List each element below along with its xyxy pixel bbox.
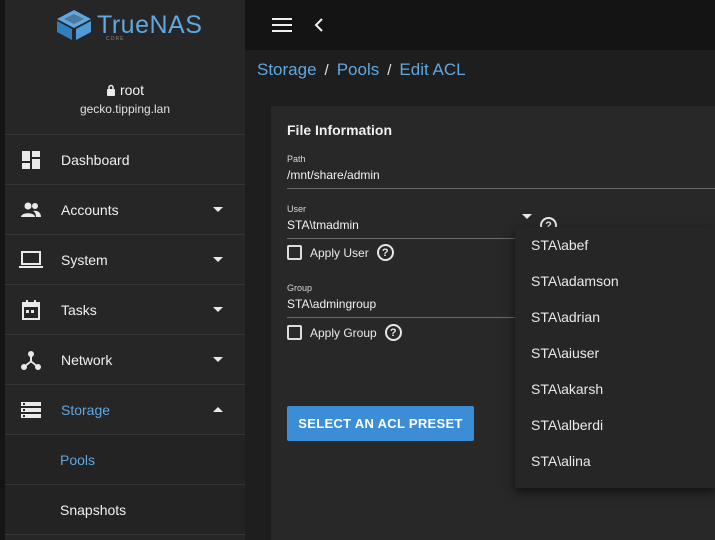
sidebar: TrueNAS CORE root gecko.tipping.lan Dash…: [5, 0, 245, 540]
top-bar: [245, 0, 715, 50]
card-title: File Information: [287, 122, 392, 138]
chevron-up-icon: [213, 407, 223, 412]
apply-user-label: Apply User: [310, 245, 369, 260]
user-option[interactable]: STA\adrian: [515, 299, 715, 335]
sidebar-item-label: Storage: [61, 401, 111, 418]
sidebar-subitem-pools[interactable]: Pools: [5, 435, 245, 485]
breadcrumb: Storage / Pools / Edit ACL: [257, 60, 466, 80]
username-text: root: [119, 82, 145, 98]
calendar-icon: [19, 298, 43, 322]
network-icon: [19, 348, 43, 372]
breadcrumb-storage[interactable]: Storage: [257, 60, 317, 80]
chevron-down-icon: [213, 207, 223, 212]
sidebar-subitem-snapshots[interactable]: Snapshots: [5, 485, 245, 535]
dashboard-icon: [19, 148, 43, 172]
apply-user-checkbox[interactable]: [287, 245, 302, 260]
user-option[interactable]: STA\alberdi: [515, 407, 715, 443]
accounts-icon: [19, 198, 43, 222]
user-value: STA\tmadmin: [287, 218, 359, 232]
truenas-logo-icon: [57, 10, 91, 40]
apply-user-row: Apply User ?: [287, 244, 394, 261]
user-option[interactable]: STA\abef: [515, 227, 715, 263]
hostname: gecko.tipping.lan: [79, 102, 171, 116]
sidebar-item-dashboard[interactable]: Dashboard: [5, 135, 245, 185]
sidebar-item-accounts[interactable]: Accounts: [5, 185, 245, 235]
chevron-down-icon: [213, 257, 223, 262]
group-label: Group: [287, 283, 313, 293]
user-label: User: [287, 204, 307, 214]
sidebar-item-label: Network: [61, 351, 113, 368]
sidebar-item-tasks[interactable]: Tasks: [5, 285, 245, 335]
storage-icon: [19, 398, 43, 422]
apply-group-row: Apply Group ?: [287, 324, 402, 341]
breadcrumb-pools[interactable]: Pools: [337, 60, 380, 80]
sidebar-item-network[interactable]: Network: [5, 335, 245, 385]
group-value: STA\admingroup: [287, 297, 377, 311]
user-option[interactable]: STA\adamson: [515, 263, 715, 299]
path-value: /mnt/share/admin: [287, 168, 380, 182]
lock-icon: [106, 84, 115, 96]
user-dropdown-menu: STA\abef STA\adamson STA\adrian STA\aius…: [515, 227, 715, 488]
breadcrumb-separator: /: [387, 61, 392, 79]
laptop-icon: [19, 248, 43, 272]
user-dropdown-caret-icon[interactable]: [522, 214, 532, 219]
chevron-down-icon: [213, 307, 223, 312]
help-icon[interactable]: ?: [376, 244, 394, 261]
sidebar-item-label: System: [61, 251, 108, 268]
apply-group-label: Apply Group: [310, 325, 377, 340]
user-info: root gecko.tipping.lan: [5, 50, 245, 135]
apply-group-checkbox[interactable]: [287, 325, 302, 340]
logo-subtext: CORE: [106, 36, 125, 42]
breadcrumb-edit-acl[interactable]: Edit ACL: [399, 60, 465, 80]
logo[interactable]: TrueNAS CORE: [5, 0, 245, 50]
username: root: [5, 82, 245, 98]
sidebar-item-label: Dashboard: [61, 151, 130, 168]
user-select[interactable]: User STA\tmadmin: [287, 204, 515, 239]
sidebar-item-label: Accounts: [61, 201, 119, 218]
path-field[interactable]: Path /mnt/share/admin: [287, 154, 715, 189]
breadcrumb-separator: /: [324, 61, 329, 79]
path-label: Path: [287, 154, 306, 164]
select-acl-preset-button[interactable]: SELECT AN ACL PRESET: [287, 406, 474, 441]
chevron-left-icon[interactable]: [314, 18, 324, 32]
help-icon[interactable]: ?: [384, 324, 402, 341]
sidebar-item-storage[interactable]: Storage: [5, 385, 245, 435]
user-option[interactable]: STA\akarsh: [515, 371, 715, 407]
user-option[interactable]: STA\aiuser: [515, 335, 715, 371]
sidebar-item-label: Tasks: [61, 301, 97, 318]
sidebar-item-system[interactable]: System: [5, 235, 245, 285]
user-option[interactable]: STA\alina: [515, 443, 715, 479]
chevron-down-icon: [213, 357, 223, 362]
group-select[interactable]: Group STA\admingroup: [287, 283, 515, 318]
menu-icon[interactable]: [272, 18, 292, 32]
